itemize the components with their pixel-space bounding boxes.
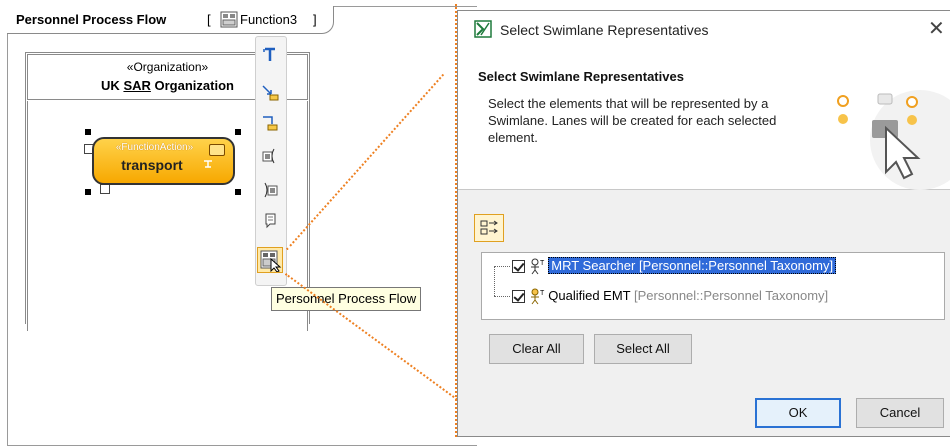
cancel-button[interactable]: Cancel bbox=[856, 398, 944, 428]
dialog-app-icon bbox=[474, 20, 492, 38]
object-flow-icon[interactable] bbox=[261, 114, 279, 132]
input-pin-icon[interactable] bbox=[261, 147, 279, 165]
row-name: MRT Searcher bbox=[551, 258, 636, 273]
diagram-bracket-open: [ bbox=[207, 12, 211, 27]
action-stereotype: «FunctionAction» bbox=[115, 142, 194, 153]
diagram-bracket-close: ] bbox=[313, 12, 317, 27]
diagram-title: Personnel Process Flow bbox=[16, 12, 167, 27]
row-checkbox[interactable] bbox=[512, 290, 525, 304]
rake-icon bbox=[203, 157, 213, 168]
row-name: Qualified EMT bbox=[548, 288, 631, 303]
function-action-icon bbox=[209, 144, 225, 156]
tree-row[interactable]: T MRT Searcher [Personnel::Personnel Tax… bbox=[512, 256, 837, 276]
selection-handle[interactable] bbox=[235, 189, 241, 195]
select-all-button[interactable]: Select All bbox=[594, 334, 692, 364]
row-qualifier: [Personnel::Personnel Taxonomy] bbox=[638, 258, 834, 273]
tree-row[interactable]: T Qualified EMT [Personnel::Personnel Ta… bbox=[512, 286, 828, 306]
dialog-header-title: Select Swimlane Representatives bbox=[478, 69, 684, 84]
dialog-header-description: Select the elements that will be represe… bbox=[488, 96, 777, 145]
output-pin-icon[interactable] bbox=[261, 181, 279, 199]
svg-text:T: T bbox=[540, 290, 545, 297]
text-icon[interactable] bbox=[261, 46, 279, 64]
expand-tree-button[interactable] bbox=[474, 214, 504, 242]
swimlane-representative-icon[interactable] bbox=[257, 247, 283, 273]
tree-connector bbox=[494, 266, 495, 296]
actor-icon: T bbox=[529, 288, 545, 306]
swimlane-name-suffix: Organization bbox=[150, 78, 234, 93]
actor-icon: T bbox=[529, 258, 545, 276]
swimlane-name-prefix: UK bbox=[101, 78, 124, 93]
clear-all-button[interactable]: Clear All bbox=[489, 334, 584, 364]
selection-handle[interactable] bbox=[85, 129, 91, 135]
dialog-title: Select Swimlane Representatives bbox=[500, 22, 709, 38]
dialog-decoration-icon bbox=[830, 80, 950, 190]
selection-handle[interactable] bbox=[85, 189, 91, 195]
control-flow-icon[interactable] bbox=[261, 84, 279, 102]
tooltip: Personnel Process Flow bbox=[271, 287, 422, 311]
tree-connector bbox=[494, 266, 510, 267]
action-name: transport bbox=[121, 157, 183, 173]
row-checkbox[interactable] bbox=[512, 260, 525, 274]
tree-connector bbox=[494, 296, 510, 297]
selection-handle[interactable] bbox=[235, 129, 241, 135]
diagram-reference: Function3 bbox=[240, 12, 298, 27]
note-icon[interactable] bbox=[261, 212, 279, 230]
call-behavior-icon bbox=[100, 184, 110, 194]
svg-text:T: T bbox=[540, 260, 545, 267]
close-icon[interactable]: ✕ bbox=[928, 16, 945, 41]
row-label-selected: MRT Searcher [Personnel::Personnel Taxon… bbox=[548, 257, 837, 274]
row-qualifier: [Personnel::Personnel Taxonomy] bbox=[634, 288, 829, 303]
ok-button[interactable]: OK bbox=[755, 398, 841, 428]
swimlane-name-underlined: SAR bbox=[123, 78, 151, 93]
activity-diagram-icon bbox=[220, 11, 238, 28]
